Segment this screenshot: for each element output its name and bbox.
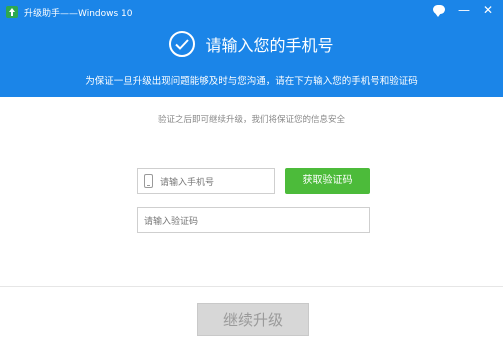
phone-icon	[144, 174, 153, 188]
code-placeholder: 请输入验证码	[144, 217, 199, 227]
window-title: 升级助手——Windows 10	[24, 8, 133, 19]
security-hint: 验证之后即可继续升级，我们将保证您的信息安全	[157, 115, 345, 125]
header-banner: 升级助手——Windows 10 — ✕ 请输入您的手机号 为保证一旦升级出现问…	[0, 0, 503, 97]
chat-button[interactable]	[433, 3, 447, 17]
page-title: 请输入您的手机号	[205, 36, 334, 55]
check-circle-icon	[169, 31, 196, 57]
header-subtitle: 为保证一旦升级出现问题能够及时与您沟通，请在下方输入您的手机号和验证码	[85, 76, 418, 87]
app-icon	[6, 6, 18, 18]
close-icon[interactable]: ✕	[481, 3, 495, 17]
title-bar: 升级助手——Windows 10	[6, 4, 133, 20]
footer-divider	[0, 286, 503, 287]
phone-placeholder: 请输入手机号	[160, 178, 215, 188]
window-controls: — ✕	[433, 3, 495, 17]
chat-icon	[433, 5, 445, 17]
phone-input[interactable]: 请输入手机号	[137, 168, 275, 194]
minimize-icon[interactable]: —	[457, 3, 471, 17]
verification-code-input[interactable]: 请输入验证码	[137, 207, 370, 233]
get-code-button[interactable]: 获取验证码	[285, 168, 370, 194]
header-title-group: 请输入您的手机号	[0, 31, 503, 57]
continue-upgrade-button[interactable]: 继续升级	[197, 303, 309, 336]
